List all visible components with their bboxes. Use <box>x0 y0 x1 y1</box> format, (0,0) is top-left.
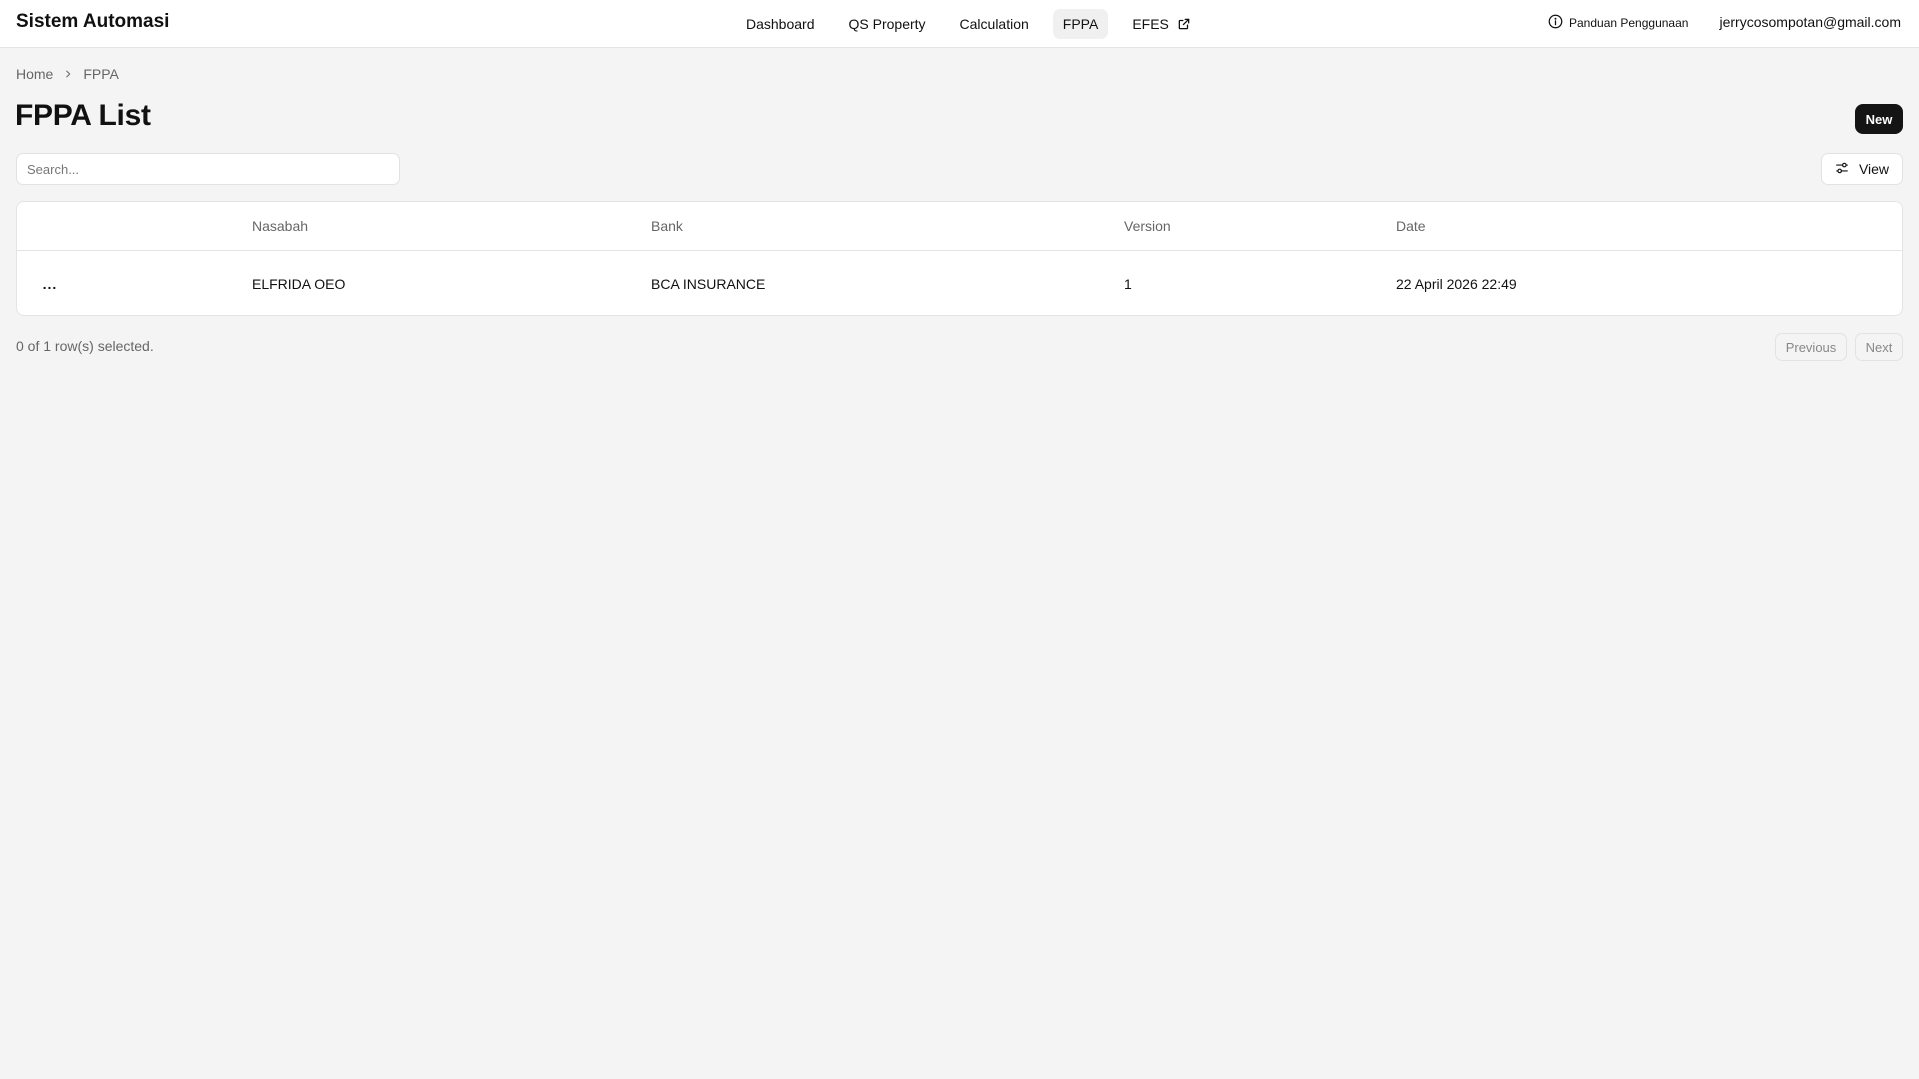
external-link-icon <box>1177 17 1191 31</box>
user-email[interactable]: jerrycosompotan@gmail.com <box>1720 14 1902 30</box>
help-label: Panduan Penggunaan <box>1569 16 1689 30</box>
chevron-right-icon <box>63 66 73 82</box>
cell-bank: BCA INSURANCE <box>651 276 766 292</box>
nav-item-label: FPPA <box>1062 16 1099 32</box>
new-button[interactable]: New <box>1855 104 1903 134</box>
table-row[interactable]: ... ELFRIDA OEO BCA INSURANCE 1 22 April… <box>17 252 1902 315</box>
cell-date: 22 April 2026 22:49 <box>1396 276 1517 292</box>
search-input[interactable] <box>16 153 400 185</box>
nav-item-efes[interactable]: EFES <box>1122 9 1201 39</box>
selection-status: 0 of 1 row(s) selected. <box>16 338 154 354</box>
help-link[interactable]: Panduan Penggunaan <box>1548 14 1688 32</box>
app-title[interactable]: Sistem Automasi <box>16 11 169 33</box>
fppa-table: Nasabah Bank Version Date ... ELFRIDA OE… <box>16 201 1903 316</box>
breadcrumb: Home FPPA <box>16 66 119 82</box>
nav-item-fppa[interactable]: FPPA <box>1052 9 1109 39</box>
column-header-nasabah[interactable]: Nasabah <box>252 218 308 234</box>
main-nav: Dashboard QS Property Calculation FPPA E… <box>736 9 1201 39</box>
next-page-button[interactable]: Next <box>1855 333 1903 361</box>
column-header-date[interactable]: Date <box>1396 218 1426 234</box>
view-options-button[interactable]: View <box>1821 153 1903 185</box>
nav-item-label: Dashboard <box>746 16 815 32</box>
top-navbar: Sistem Automasi Dashboard QS Property Ca… <box>0 0 1919 48</box>
sliders-icon <box>1835 161 1849 178</box>
nav-item-calculation[interactable]: Calculation <box>950 9 1039 39</box>
cell-nasabah: ELFRIDA OEO <box>252 276 346 292</box>
table-header: Nasabah Bank Version Date <box>17 202 1902 251</box>
column-header-version[interactable]: Version <box>1124 218 1171 234</box>
view-label: View <box>1858 161 1890 177</box>
breadcrumb-current: FPPA <box>83 66 119 82</box>
nav-item-qs-property[interactable]: QS Property <box>839 9 936 39</box>
row-actions-menu[interactable]: ... <box>39 274 61 294</box>
cell-version: 1 <box>1124 276 1132 292</box>
column-header-bank[interactable]: Bank <box>651 218 683 234</box>
nav-item-label: EFES <box>1132 16 1169 32</box>
nav-item-dashboard[interactable]: Dashboard <box>736 9 825 39</box>
nav-item-label: Calculation <box>959 16 1029 32</box>
previous-page-button[interactable]: Previous <box>1775 333 1847 361</box>
nav-item-label: QS Property <box>848 16 926 32</box>
breadcrumb-home[interactable]: Home <box>16 66 53 82</box>
page-title: FPPA List <box>15 99 151 132</box>
info-circle-icon <box>1548 14 1563 32</box>
